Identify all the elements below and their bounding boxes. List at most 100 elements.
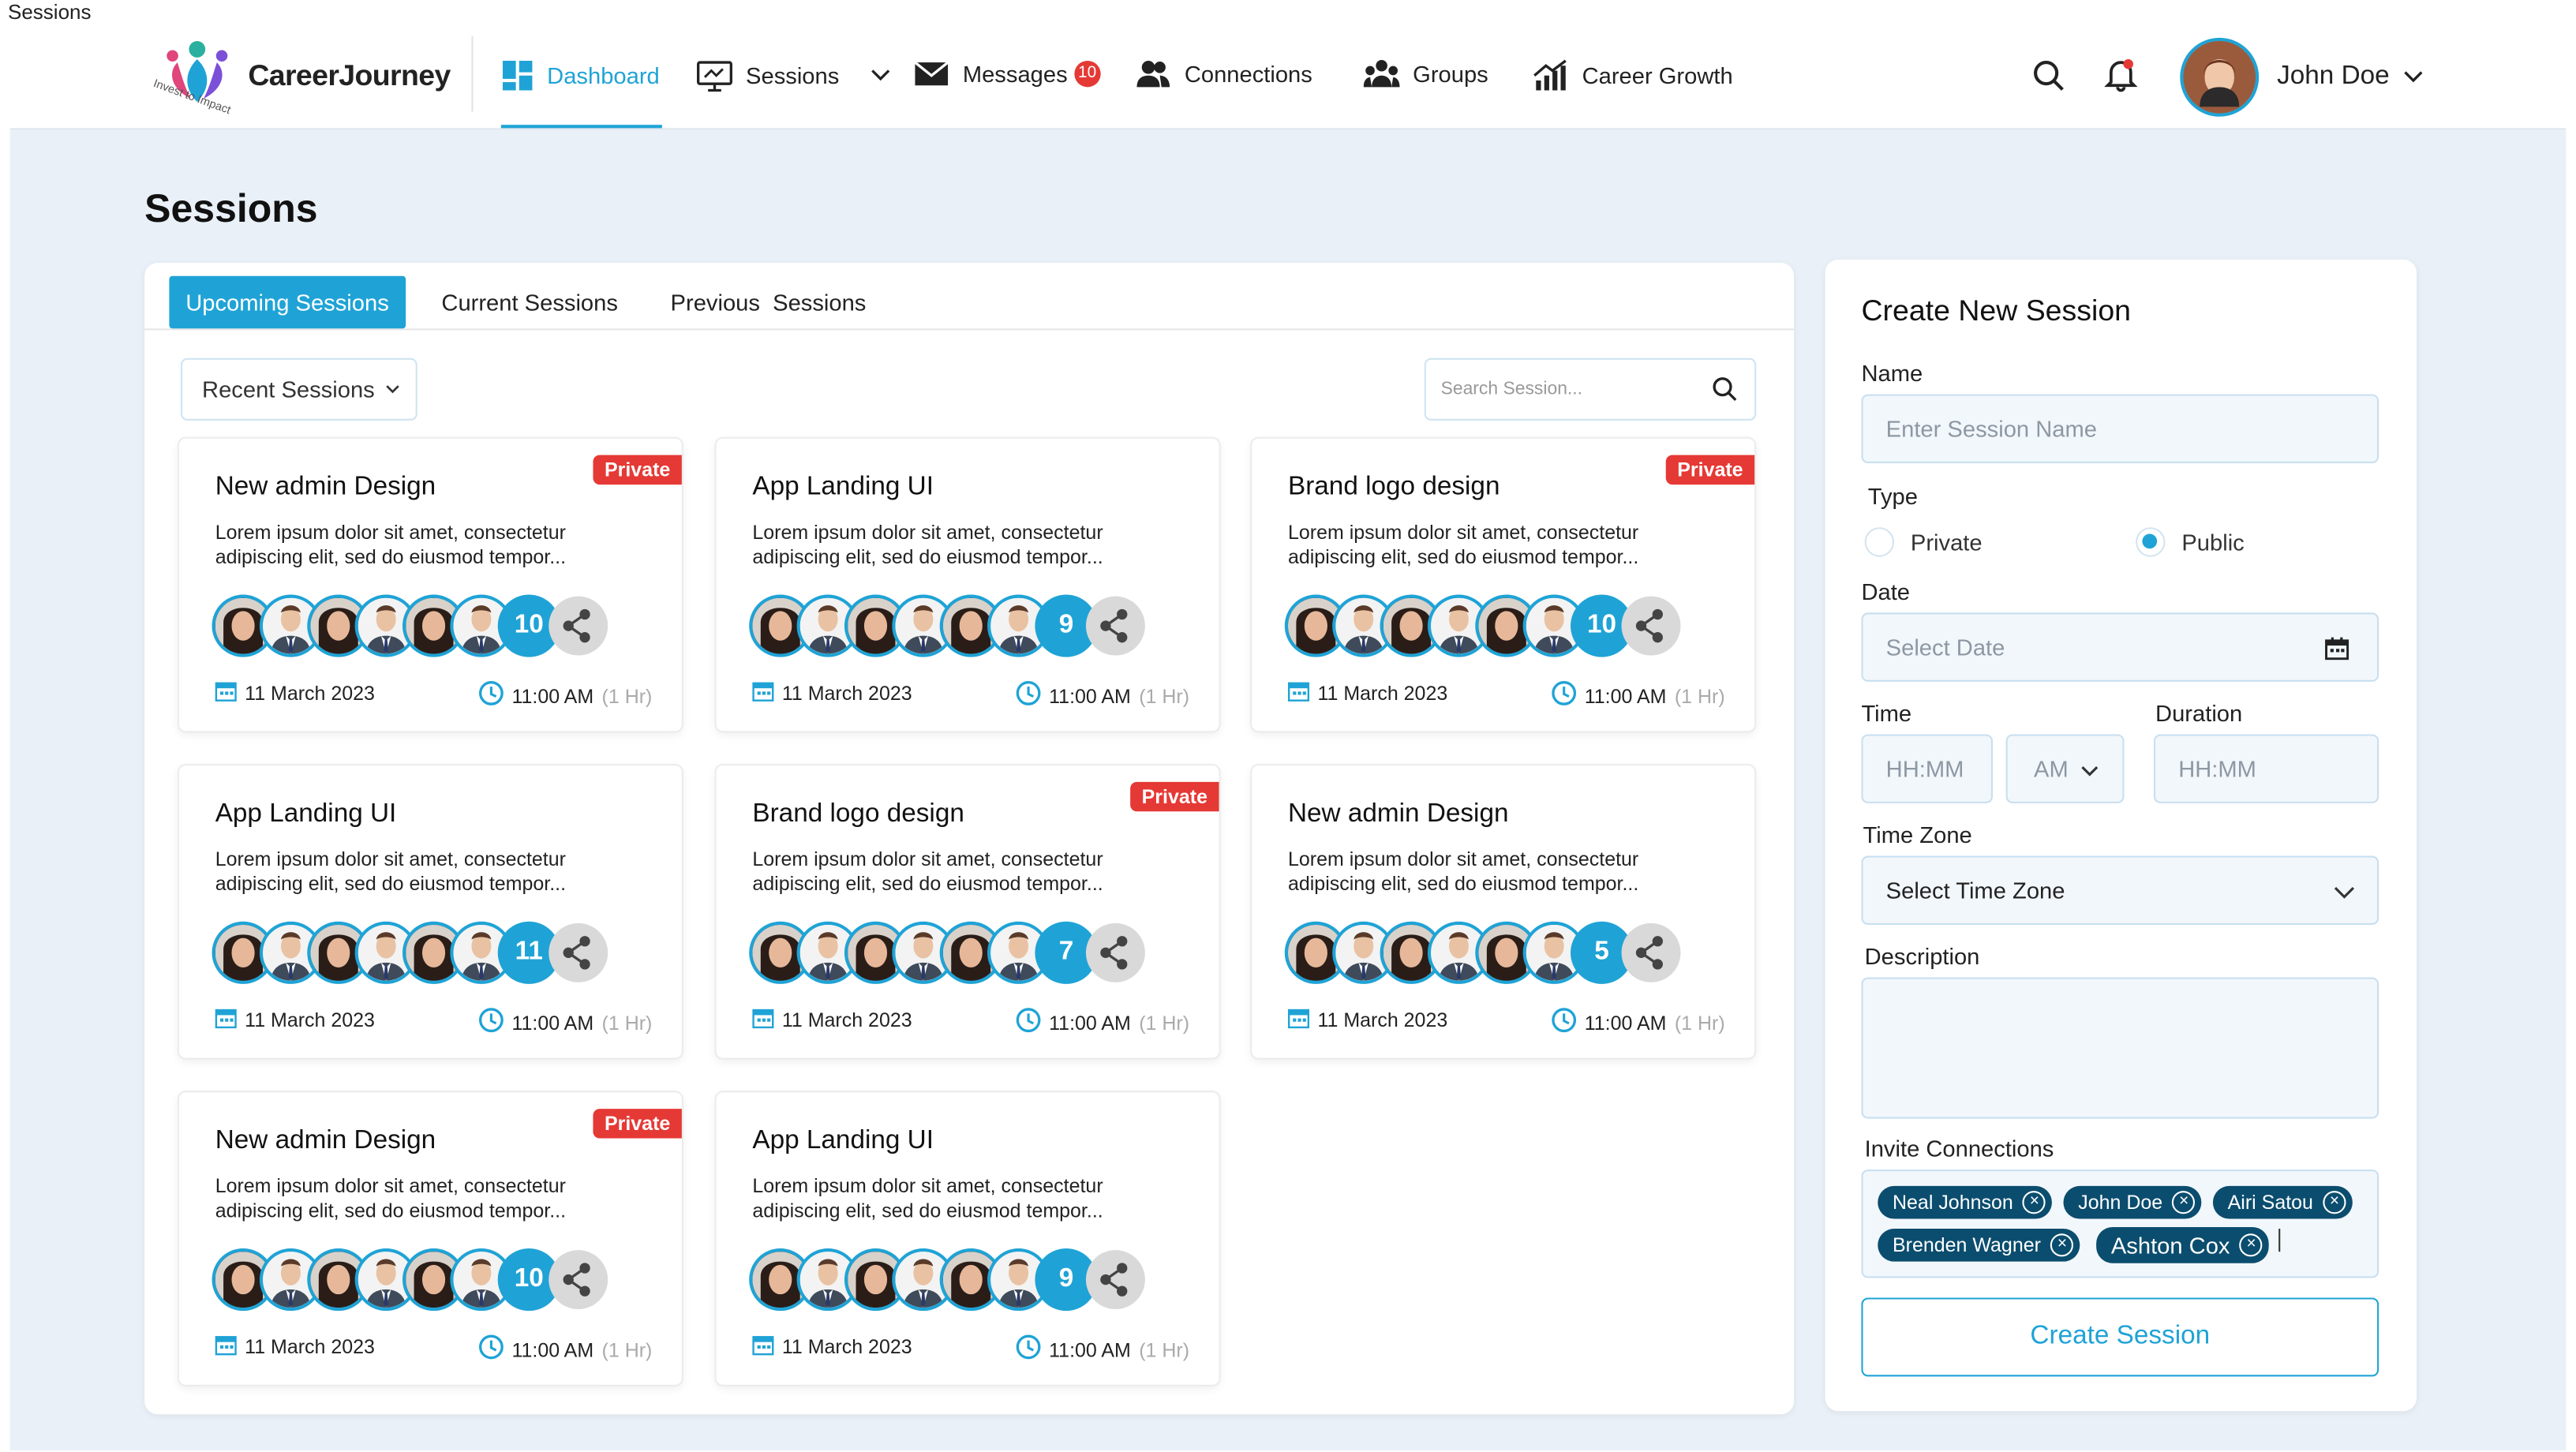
description-textarea[interactable] [1861,977,2379,1119]
session-search[interactable]: Search Session... [1424,357,1757,421]
chevron-down-icon[interactable] [869,64,892,87]
session-card[interactable]: App Landing UI Lorem ipsum dolor sit amet… [716,438,1219,732]
session-duration: (1 Hr) [1674,1011,1725,1035]
radio-circle-selected[interactable] [2136,527,2166,557]
time-zone-select[interactable]: Select Time Zone [1861,855,2379,925]
session-description: Lorem ipsum dolor sit amet, consectetur … [215,520,567,569]
bell-icon[interactable] [2102,56,2139,92]
user-menu-chevron-icon[interactable] [2402,65,2424,88]
nav-messages-label: Messages [962,61,1068,88]
share-icon[interactable] [1085,1250,1145,1310]
nav-career-growth[interactable]: Career Growth [1533,59,1733,92]
calendar-icon [215,1007,238,1033]
session-card[interactable]: New admin Design Lorem ipsum dolor sit am… [178,438,682,732]
share-icon[interactable] [549,596,608,656]
ampm-select[interactable]: AM [2005,734,2125,803]
time-zone-label: Time Zone [1863,821,1972,848]
time-input[interactable]: HH:MM [1861,734,1993,803]
duration-input[interactable]: HH:MM [2153,734,2379,803]
nav-messages[interactable]: Messages 10 [913,59,1101,88]
remove-chip-icon[interactable]: × [2050,1233,2074,1257]
session-date-text: 11 March 2023 [245,1009,375,1032]
session-name-placeholder: Enter Session Name [1885,415,2097,442]
session-duration: (1 Hr) [1139,1338,1190,1361]
session-title[interactable]: Brand logo design [752,800,964,829]
nav-connections[interactable]: Connections [1135,59,1312,88]
invitee-chip: Airi Satou × [2212,1185,2353,1219]
share-icon[interactable] [549,922,608,982]
share-icon[interactable] [1621,596,1681,656]
session-card[interactable]: New admin Design Lorem ipsum dolor sit am… [1252,765,1755,1058]
calendar-icon[interactable] [2324,636,2349,661]
session-duration: (1 Hr) [601,1011,653,1035]
session-card[interactable]: App Landing UI Lorem ipsum dolor sit amet… [178,765,682,1058]
remove-chip-icon[interactable]: × [2323,1191,2346,1214]
user-avatar[interactable] [2180,37,2260,117]
session-tabs: Upcoming Sessions Current Sessions Previ… [169,275,902,329]
tab-upcoming-sessions[interactable]: Upcoming Sessions [169,275,406,329]
session-title[interactable]: App Landing UI [215,800,397,829]
session-card[interactable]: App Landing UI Lorem ipsum dolor sit amet… [716,1092,1219,1385]
tab-previous-sessions[interactable]: Previous Sessions [654,276,882,329]
session-time: 11:00 AM (1 Hr) [1014,1334,1189,1365]
nav-dashboard-label: Dashboard [547,62,660,89]
date-picker-input[interactable]: Select Date [1861,612,2379,682]
clock-icon [1014,680,1040,712]
share-icon[interactable] [1085,922,1145,982]
session-title[interactable]: New admin Design [215,473,436,503]
nav-active-indicator [500,125,662,129]
recent-sessions-dropdown[interactable]: Recent Sessions [180,357,417,421]
calendar-icon [215,680,238,706]
clock-icon [1550,680,1576,712]
calendar-icon [215,1334,238,1360]
session-card[interactable]: New admin Design Lorem ipsum dolor sit am… [178,1092,682,1385]
clock-icon [1014,1334,1040,1365]
session-duration: (1 Hr) [1674,683,1725,708]
type-private-radio[interactable]: Private [1864,527,1983,557]
type-private-label: Private [1910,529,1983,556]
session-name-input[interactable]: Enter Session Name [1861,394,2379,464]
tab-current-sessions[interactable]: Current Sessions [425,276,635,329]
nav-sessions[interactable]: Sessions [697,59,892,92]
session-date: 11 March 2023 [215,1007,375,1033]
calendar-icon [752,1007,774,1033]
session-title[interactable]: New admin Design [1288,800,1509,829]
share-icon[interactable] [1085,596,1145,656]
share-icon[interactable] [1621,922,1681,982]
session-date-text: 11 March 2023 [781,681,912,705]
remove-chip-icon[interactable]: × [2023,1191,2046,1214]
brand-name[interactable]: CareerJourney [248,59,451,94]
type-public-label: Public [2181,529,2245,556]
create-session-button[interactable]: Create Session [1861,1297,2379,1377]
session-card[interactable]: Brand logo design Lorem ipsum dolor sit a… [716,765,1219,1058]
search-icon[interactable] [1712,376,1738,402]
chevron-down-icon [2334,887,2354,899]
invitee-chip: Neal Johnson × [1878,1185,2053,1219]
radio-circle[interactable] [1864,527,1895,557]
clock-icon [477,1007,504,1038]
session-time: 11:00 AM (1 Hr) [477,1334,653,1365]
private-badge: Private [1665,455,1755,485]
session-title[interactable]: App Landing UI [752,1127,934,1156]
session-card[interactable]: Brand logo design Lorem ipsum dolor sit a… [1252,438,1755,732]
session-duration: (1 Hr) [1139,683,1190,708]
search-icon[interactable] [2032,59,2065,92]
session-search-input[interactable]: Search Session... [1441,380,1582,399]
remove-chip-icon[interactable]: × [2172,1191,2196,1214]
session-title[interactable]: New admin Design [215,1127,436,1156]
session-duration: (1 Hr) [601,1338,653,1361]
clock-icon [477,1334,504,1365]
type-public-radio[interactable]: Public [2136,527,2245,557]
share-icon[interactable] [549,1250,608,1310]
user-name[interactable]: John Doe [2277,62,2390,92]
nav-groups[interactable]: Groups [1363,59,1488,88]
session-description: Lorem ipsum dolor sit amet, consectetur … [1287,520,1639,569]
session-title[interactable]: Brand logo design [1288,473,1500,503]
session-time-text: 11:00 AM [1049,1338,1131,1361]
remove-chip-icon[interactable]: × [2240,1233,2263,1257]
session-description: Lorem ipsum dolor sit amet, consectetur … [752,1174,1103,1222]
session-description: Lorem ipsum dolor sit amet, consectetur … [752,520,1103,569]
session-time-text: 11:00 AM [511,683,594,708]
session-title[interactable]: App Landing UI [752,473,934,503]
nav-dashboard[interactable]: Dashboard [501,59,660,92]
